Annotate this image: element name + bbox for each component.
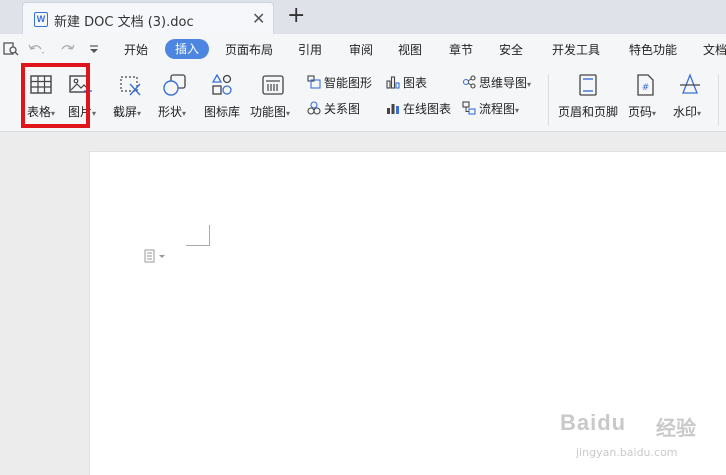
dropdown-arrow-icon: ▾	[697, 109, 702, 118]
wps-writer-icon: W	[34, 12, 48, 27]
dropdown-arrow-icon: ▾	[652, 109, 657, 118]
tab-bar: W 新建 DOC 文档 (3).doc ✕ +	[0, 0, 726, 34]
shapes-label: 形状	[158, 105, 183, 119]
mind-map-button[interactable]: 思维导图▾	[462, 74, 531, 92]
chart-button[interactable]: 图表	[386, 74, 427, 92]
watermark-brand: Baidu	[560, 410, 627, 435]
page-number-icon: #	[637, 74, 654, 96]
header-footer-icon	[579, 74, 597, 96]
mind-map-icon	[462, 75, 476, 89]
menu-page-layout[interactable]: 页面布局	[225, 41, 273, 58]
screenshot-button[interactable]: 截屏▾	[110, 71, 150, 125]
icon-library-label: 图标库	[203, 105, 240, 119]
undo-icon[interactable]	[27, 43, 45, 55]
insert-ribbon: 表格▾ 图片▾ 截屏▾ 形状▾ 图标库 功能图▾ 智能图形 关系图 图表 在线图…	[0, 64, 726, 132]
menu-document[interactable]: 文档	[703, 41, 726, 58]
header-footer-label: 页眉和页脚	[557, 105, 618, 119]
menu-review[interactable]: 审阅	[349, 41, 373, 58]
page-number-label: 页码	[628, 105, 653, 119]
online-chart-button[interactable]: 在线图表	[386, 100, 451, 118]
watermark-url: jingyan.baidu.com	[576, 446, 678, 459]
paste-options-icon[interactable]	[144, 249, 166, 263]
dropdown-arrow-icon: ▾	[137, 109, 142, 118]
menu-start[interactable]: 开始	[124, 41, 148, 58]
document-tab-title: 新建 DOC 文档 (3).doc	[54, 15, 194, 30]
ribbon-separator	[718, 74, 719, 126]
relation-chart-button[interactable]: 关系图	[307, 100, 360, 118]
flowchart-label: 流程图	[479, 102, 516, 116]
document-tab[interactable]: W 新建 DOC 文档 (3).doc ✕	[22, 2, 274, 34]
search-doc-icon[interactable]	[3, 42, 19, 56]
menu-insert[interactable]: 插入	[165, 39, 210, 59]
chart-icon	[386, 76, 400, 89]
online-chart-label: 在线图表	[403, 102, 452, 116]
menu-developer-tools[interactable]: 开发工具	[552, 41, 600, 58]
smart-graphic-button[interactable]: 智能图形	[307, 74, 372, 92]
quick-menu-icon[interactable]	[89, 44, 99, 54]
function-chart-button[interactable]: 功能图▾	[248, 71, 298, 125]
screenshot-icon	[120, 76, 141, 96]
shapes-button[interactable]: 形状▾	[155, 71, 195, 125]
dropdown-arrow-icon: ▾	[182, 109, 187, 118]
online-chart-icon	[387, 104, 399, 114]
function-chart-icon	[262, 75, 284, 95]
watermark-icon	[680, 73, 700, 94]
icon-library-icon	[211, 73, 232, 95]
menu-security[interactable]: 安全	[499, 41, 523, 58]
dropdown-arrow-icon: ▾	[527, 80, 532, 89]
highlight-annotation-box	[21, 63, 90, 128]
redo-icon[interactable]	[60, 43, 76, 55]
svg-text:#: #	[642, 83, 650, 93]
relation-chart-label: 关系图	[324, 102, 361, 116]
menu-view[interactable]: 视图	[398, 41, 422, 58]
close-tab-icon[interactable]: ✕	[252, 9, 265, 28]
relation-chart-icon	[307, 101, 321, 115]
flowchart-button[interactable]: 流程图▾	[462, 100, 519, 118]
smart-graphic-label: 智能图形	[324, 76, 373, 90]
dropdown-arrow-icon: ▾	[92, 109, 97, 118]
menu-section[interactable]: 章节	[449, 41, 473, 58]
menu-special-features[interactable]: 特色功能	[629, 41, 677, 58]
shapes-icon	[163, 74, 186, 96]
watermark-brand-cn: 经验	[656, 416, 696, 440]
ribbon-separator	[548, 74, 549, 126]
header-footer-button[interactable]: 页眉和页脚	[555, 71, 621, 125]
function-chart-label: 功能图	[250, 105, 287, 119]
menu-bar: 开始 插入 页面布局 引用 审阅 视图 章节 安全 开发工具 特色功能 文档	[0, 34, 726, 64]
mind-map-label: 思维导图	[479, 76, 528, 90]
watermark-button[interactable]: 水印▾	[670, 71, 710, 125]
flowchart-icon	[462, 101, 476, 115]
chart-label: 图表	[403, 76, 428, 90]
margin-corner-marker	[186, 245, 210, 246]
watermark-label: 水印	[673, 105, 698, 119]
page-number-button[interactable]: # 页码▾	[626, 71, 664, 125]
menu-references[interactable]: 引用	[298, 41, 322, 58]
dropdown-arrow-icon: ▾	[286, 109, 291, 118]
icon-library-button[interactable]: 图标库	[200, 71, 244, 125]
new-tab-button[interactable]: +	[287, 3, 305, 29]
screenshot-label: 截屏	[113, 105, 138, 119]
dropdown-arrow-icon: ▾	[515, 106, 520, 115]
smart-graphic-icon	[307, 75, 321, 89]
baidu-watermark: Baidu 经验 jingyan.baidu.com	[560, 402, 720, 462]
margin-corner-marker	[209, 225, 210, 245]
